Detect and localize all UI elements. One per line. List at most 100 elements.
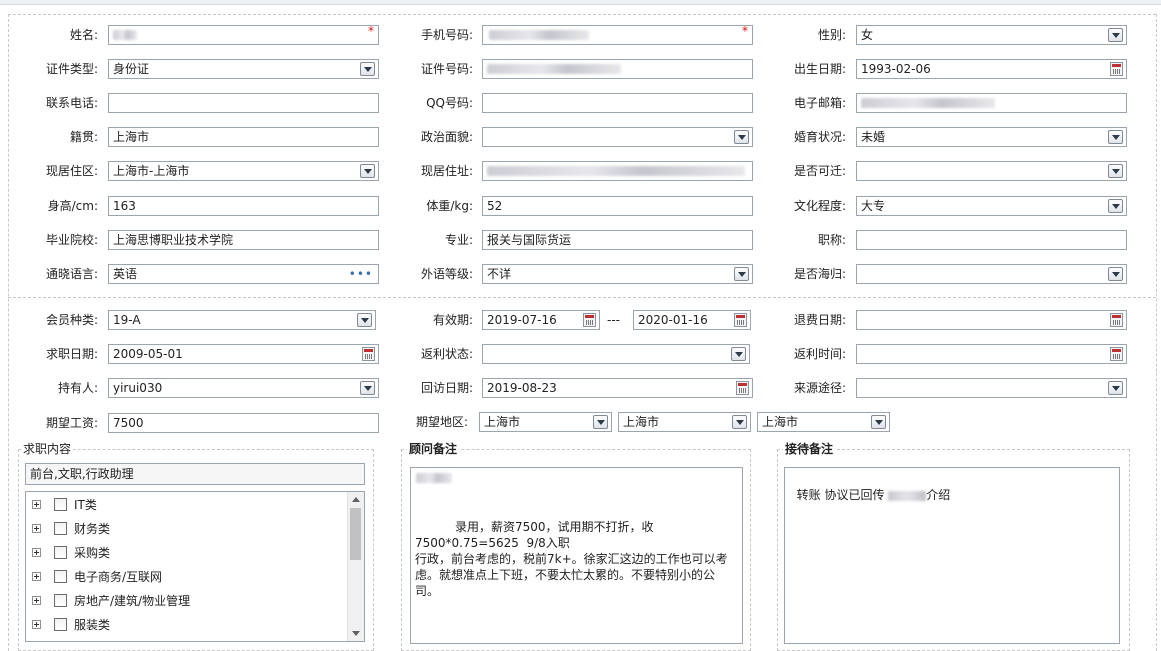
scroll-up-icon[interactable] — [352, 497, 360, 502]
chevron-down-icon[interactable] — [731, 347, 746, 361]
chevron-down-icon[interactable] — [593, 415, 608, 429]
contact-phone-input[interactable] — [108, 93, 379, 113]
more-options-icon[interactable]: ••• — [349, 265, 373, 283]
scroll-down-icon[interactable] — [352, 631, 360, 636]
chevron-down-icon[interactable] — [1108, 28, 1123, 42]
birth-date-input[interactable]: 1993-02-06 — [856, 59, 1127, 79]
calendar-icon[interactable] — [583, 313, 596, 327]
phone-input[interactable]: * — [482, 25, 753, 45]
chevron-down-icon[interactable] — [360, 164, 375, 178]
checkbox[interactable] — [54, 498, 67, 511]
calendar-icon[interactable] — [1110, 313, 1123, 327]
visit-date-input[interactable]: 2019-08-23 — [482, 378, 753, 398]
member-type-select[interactable]: 19-A — [108, 310, 376, 330]
id-type-value: 身份证 — [113, 62, 150, 76]
tree-item-label: 采购类 — [74, 546, 111, 560]
region-city-value: 上海市 — [623, 415, 660, 429]
calendar-icon[interactable] — [362, 347, 375, 361]
expand-icon[interactable] — [32, 596, 41, 605]
residence-select[interactable]: 上海市-上海市 — [108, 161, 379, 181]
email-input[interactable] — [856, 93, 1127, 113]
rebate-status-select[interactable] — [482, 344, 750, 364]
valid-from-input[interactable]: 2019-07-16 — [482, 310, 600, 330]
reception-note-textarea[interactable]: 转账 协议已回传 介绍 — [784, 467, 1120, 644]
political-select[interactable] — [482, 127, 753, 147]
language-input[interactable]: 英语 ••• — [108, 264, 379, 284]
checkbox[interactable] — [54, 522, 67, 535]
weight-value: 52 — [487, 199, 503, 213]
marital-select[interactable]: 未婚 — [856, 127, 1127, 147]
returnee-select[interactable] — [856, 264, 1127, 284]
job-content-title: 求职内容 — [21, 441, 74, 457]
marital-label: 婚育状况: — [793, 130, 846, 144]
chevron-down-icon[interactable] — [360, 62, 375, 76]
foreign-level-select[interactable]: 不详 — [482, 264, 753, 284]
checkbox[interactable] — [54, 546, 67, 559]
chevron-down-icon[interactable] — [1108, 199, 1123, 213]
residence-label: 现居住区: — [45, 164, 98, 178]
checkbox[interactable] — [54, 570, 67, 583]
advisor-note-textarea[interactable]: 录用，薪资7500，试用期不打折，收 7500*0.75=5625 9/8入职 … — [410, 467, 743, 644]
region-city-select[interactable]: 上海市 — [618, 412, 751, 432]
address-label: 现居住址: — [420, 164, 473, 178]
relocate-select[interactable] — [856, 161, 1127, 181]
chevron-down-icon[interactable] — [357, 313, 372, 327]
scroll-thumb[interactable] — [350, 508, 361, 560]
expand-icon[interactable] — [32, 572, 41, 581]
chevron-down-icon[interactable] — [1108, 164, 1123, 178]
calendar-icon[interactable] — [734, 313, 747, 327]
chevron-down-icon[interactable] — [360, 381, 375, 395]
title-input[interactable] — [856, 230, 1127, 250]
visit-date-value: 2019-08-23 — [487, 381, 557, 395]
native-input[interactable]: 上海市 — [108, 127, 379, 147]
title-label: 职称: — [817, 233, 846, 247]
address-input[interactable] — [482, 161, 753, 181]
id-number-input[interactable] — [482, 59, 753, 79]
chevron-down-icon[interactable] — [1108, 381, 1123, 395]
region-province-select[interactable]: 上海市 — [479, 412, 612, 432]
school-input[interactable]: 上海思博职业技术学院 — [108, 230, 379, 250]
redacted-text — [487, 64, 621, 74]
chevron-down-icon[interactable] — [871, 415, 886, 429]
chevron-down-icon[interactable] — [732, 415, 747, 429]
weight-input[interactable]: 52 — [482, 196, 753, 216]
rebate-time-input[interactable] — [856, 344, 1127, 364]
checkbox[interactable] — [54, 618, 67, 631]
expand-icon[interactable] — [32, 500, 41, 509]
source-select[interactable] — [856, 378, 1127, 398]
chevron-down-icon[interactable] — [1108, 267, 1123, 281]
chevron-down-icon[interactable] — [1108, 130, 1123, 144]
height-input[interactable]: 163 — [108, 196, 379, 216]
foreign-level-value: 不详 — [487, 267, 512, 281]
checkbox[interactable] — [54, 594, 67, 607]
job-category-tree[interactable]: IT类 财务类 采购类 电子商务/互联网 房地产/建筑/物业管理 服装类 — [25, 491, 365, 642]
chevron-down-icon[interactable] — [734, 130, 749, 144]
expand-icon[interactable] — [32, 524, 41, 533]
valid-to-input[interactable]: 2020-01-16 — [633, 310, 751, 330]
education-select[interactable]: 大专 — [856, 196, 1127, 216]
calendar-icon[interactable] — [736, 381, 749, 395]
education-label: 文化程度: — [793, 199, 846, 213]
gender-select[interactable]: 女 — [856, 25, 1127, 45]
calendar-icon[interactable] — [1110, 62, 1123, 76]
job-date-label: 求职日期: — [45, 347, 98, 361]
id-type-select[interactable]: 身份证 — [108, 59, 379, 79]
name-input[interactable]: * — [108, 25, 379, 45]
major-input[interactable]: 报关与国际货运 — [482, 230, 753, 250]
job-date-input[interactable]: 2009-05-01 — [108, 344, 379, 364]
refund-date-input[interactable] — [856, 310, 1127, 330]
job-selected-input[interactable]: 前台,文职,行政助理 — [25, 463, 365, 485]
chevron-down-icon[interactable] — [734, 267, 749, 281]
expand-icon[interactable] — [32, 548, 41, 557]
salary-input[interactable]: 7500 — [108, 413, 379, 433]
member-type-label: 会员种类: — [45, 313, 98, 327]
qq-input[interactable] — [482, 93, 753, 113]
expand-icon[interactable] — [32, 620, 41, 629]
region-district-select[interactable]: 上海市 — [757, 412, 890, 432]
calendar-icon[interactable] — [1110, 347, 1123, 361]
major-value: 报关与国际货运 — [487, 233, 572, 247]
region-province-value: 上海市 — [484, 415, 521, 429]
tree-scrollbar[interactable] — [347, 492, 364, 641]
holder-select[interactable]: yirui030 — [108, 378, 379, 398]
height-value: 163 — [113, 199, 136, 213]
